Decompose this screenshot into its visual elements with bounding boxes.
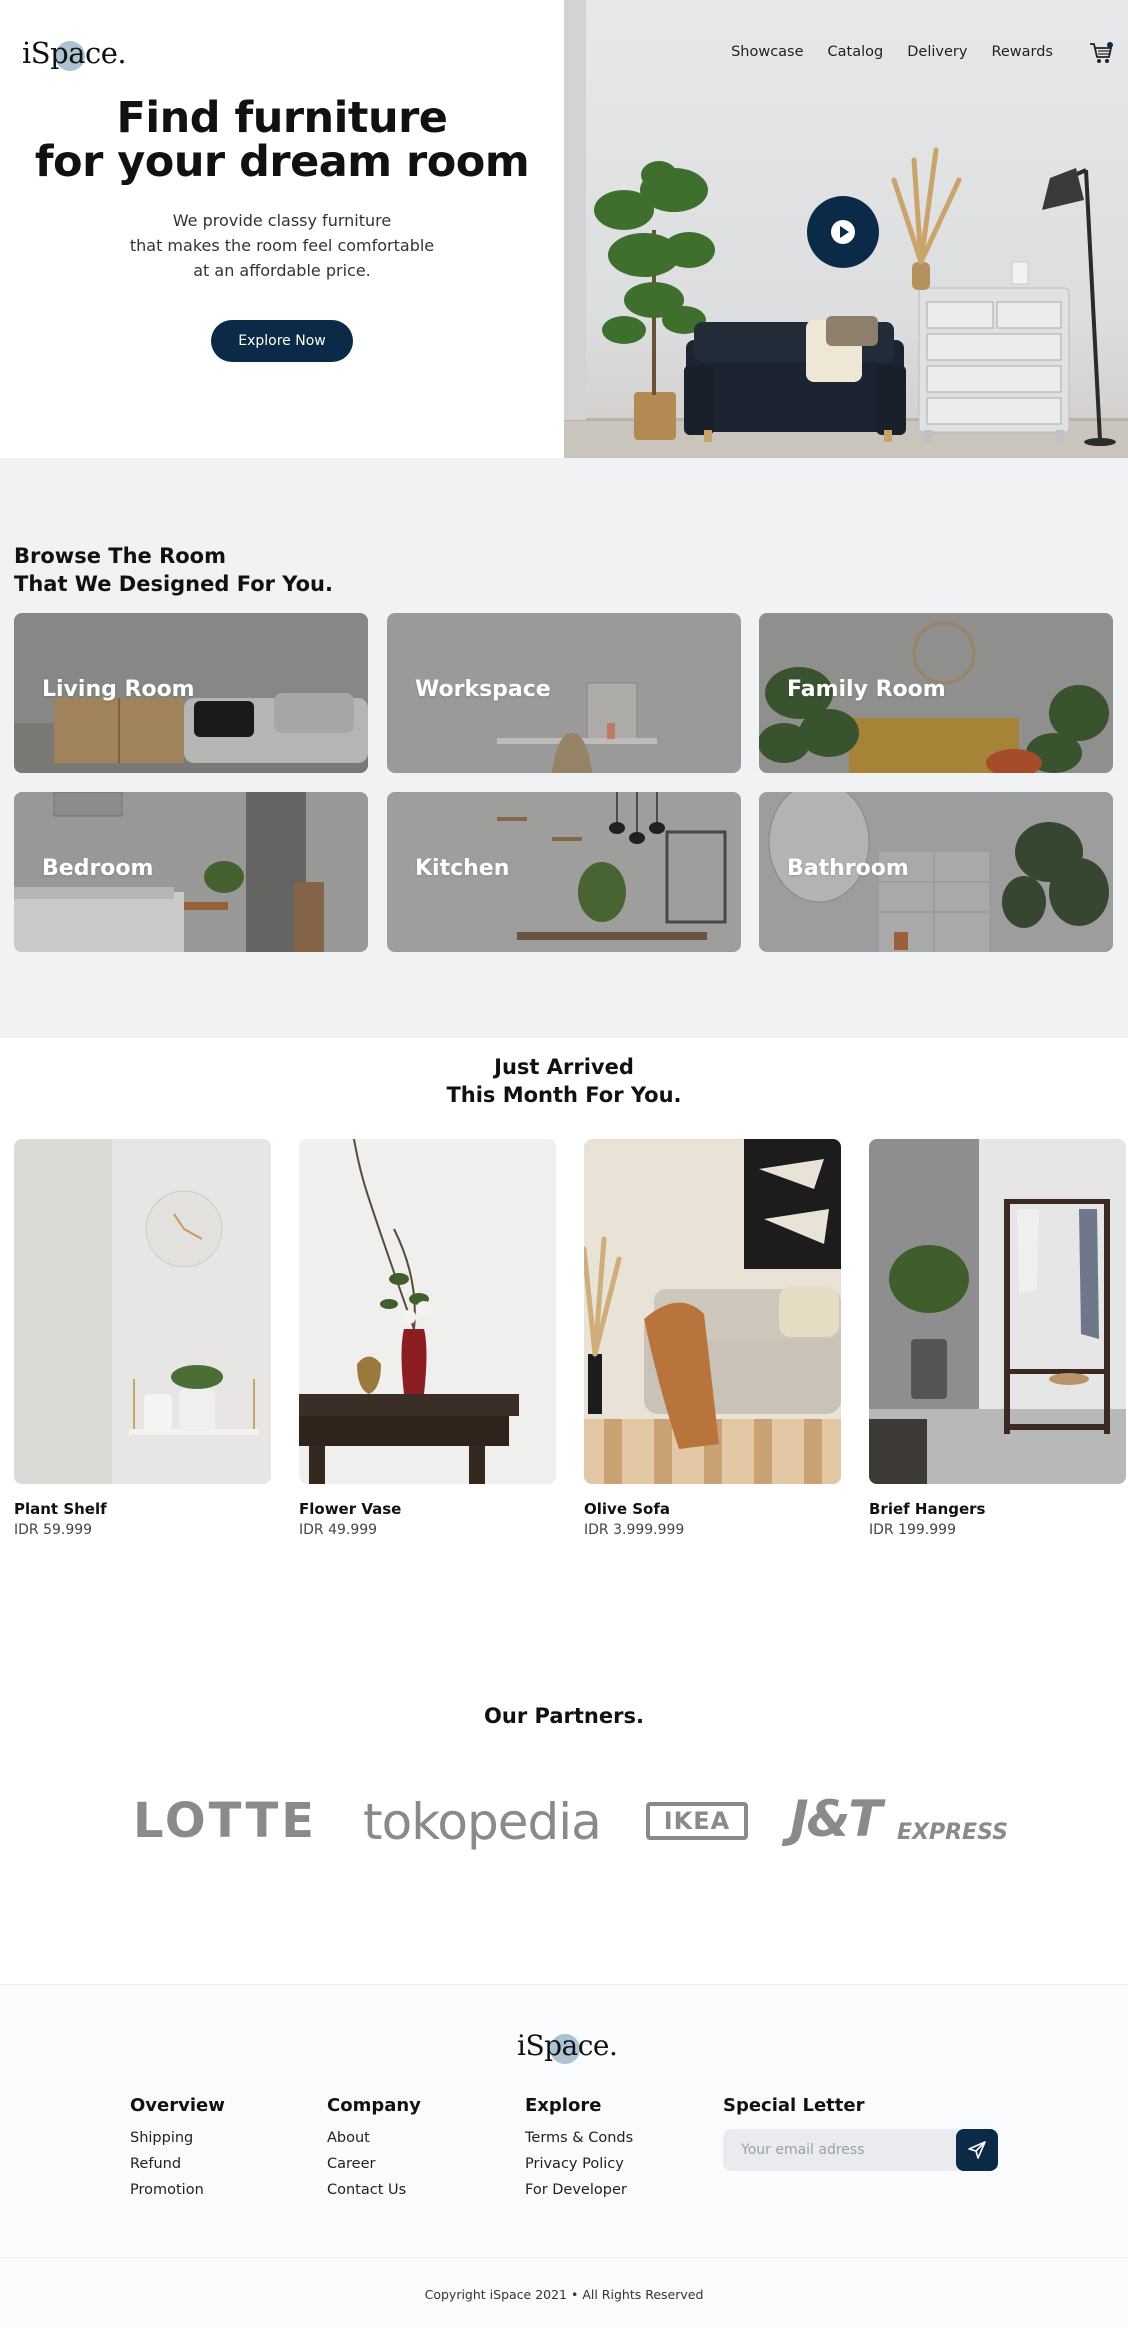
- product-card-brief-hangers[interactable]: Brief Hangers IDR 199.999: [869, 1139, 1126, 1538]
- product-image: [869, 1139, 1126, 1484]
- partner-logo-lotte: LOTTE: [133, 1793, 318, 1849]
- partner-logo-jnt-express: EXPRESS: [897, 1820, 1008, 1845]
- room-label: Living Room: [42, 677, 195, 702]
- partner-logo-jnt: J&T: [790, 1790, 882, 1848]
- room-label: Family Room: [787, 677, 946, 702]
- explore-now-button[interactable]: Explore Now: [211, 320, 353, 362]
- product-image: [14, 1139, 271, 1484]
- newsletter-form: [723, 2129, 998, 2171]
- footer-link-refund[interactable]: Refund: [130, 2156, 225, 2172]
- ikea-logo-text: IKEA: [663, 1807, 731, 1835]
- product-card-plant-shelf[interactable]: Plant Shelf IDR 59.999: [14, 1139, 271, 1538]
- hero-desc-line1: We provide classy furniture: [172, 211, 392, 230]
- room-label: Kitchen: [415, 856, 510, 881]
- arrived-heading: Just Arrived This Month For You.: [0, 1053, 1128, 1109]
- footer-column-explore: Explore Terms & Conds Privacy Policy For…: [525, 2095, 633, 2208]
- hero-image: Showcase Catalog Delivery Rewards: [564, 0, 1128, 458]
- room-card-bathroom[interactable]: Bathroom: [759, 792, 1113, 952]
- partner-logo-ikea: IKEA: [646, 1802, 748, 1840]
- footer-divider: [0, 2257, 1128, 2258]
- product-image: [299, 1139, 556, 1484]
- newsletter-send-button[interactable]: [956, 2129, 998, 2171]
- hero-description: We provide classy furniture that makes t…: [0, 208, 564, 283]
- footer-link-contact-us[interactable]: Contact Us: [327, 2182, 421, 2198]
- nav-delivery[interactable]: Delivery: [907, 44, 967, 60]
- arrived-heading-line1: Just Arrived: [494, 1055, 634, 1079]
- footer-column-title: Overview: [130, 2095, 225, 2116]
- nav-rewards[interactable]: Rewards: [991, 44, 1053, 60]
- play-icon: [831, 220, 855, 244]
- product-price: IDR 3.999.999: [584, 1522, 685, 1538]
- product-card-olive-sofa[interactable]: Olive Sofa IDR 3.999.999: [584, 1139, 841, 1538]
- hero-title-line1: Find furniture: [116, 93, 448, 143]
- hero-desc-line2: that makes the room feel comfortable: [129, 236, 435, 255]
- room-label: Bathroom: [787, 856, 909, 881]
- room-label: Workspace: [415, 677, 551, 702]
- product-price: IDR 49.999: [299, 1522, 378, 1538]
- partners-section: Our Partners. LOTTE tokopedia IKEA J&T E…: [0, 1638, 1128, 1984]
- hero-title-line2: for your dream room: [34, 137, 530, 187]
- brand-logo[interactable]: iSpace.: [22, 36, 127, 71]
- room-card-family-room[interactable]: Family Room: [759, 613, 1113, 773]
- footer-link-promotion[interactable]: Promotion: [130, 2182, 225, 2198]
- footer-link-about[interactable]: About: [327, 2130, 421, 2146]
- footer-column-title: Explore: [525, 2095, 602, 2116]
- just-arrived-section: Just Arrived This Month For You. Plant S…: [0, 1038, 1128, 1638]
- footer-link-privacy[interactable]: Privacy Policy: [525, 2156, 633, 2172]
- product-price: IDR 199.999: [869, 1522, 956, 1538]
- room-label: Bedroom: [42, 856, 154, 881]
- footer-link-shipping[interactable]: Shipping: [130, 2130, 225, 2146]
- browse-heading-line2: That We Designed For You.: [14, 572, 333, 596]
- footer-column-overview: Overview Shipping Refund Promotion: [130, 2095, 225, 2208]
- footer-column-title: Company: [327, 2095, 421, 2116]
- cart-icon[interactable]: [1088, 40, 1114, 66]
- newsletter-title: Special Letter: [723, 2095, 865, 2116]
- play-video-button[interactable]: [807, 196, 879, 268]
- browse-heading-line1: Browse The Room: [14, 544, 226, 568]
- browse-heading: Browse The Room That We Designed For You…: [14, 542, 333, 598]
- room-card-kitchen[interactable]: Kitchen: [387, 792, 741, 952]
- footer-link-career[interactable]: Career: [327, 2156, 421, 2172]
- room-card-living-room[interactable]: Living Room: [14, 613, 368, 773]
- product-price: IDR 59.999: [14, 1522, 93, 1538]
- newsletter-email-input[interactable]: [723, 2129, 953, 2171]
- copyright-text: Copyright iSpace 2021 • All Rights Reser…: [424, 2287, 704, 2302]
- product-card-flower-vase[interactable]: Flower Vase IDR 49.999: [299, 1139, 556, 1538]
- hero-title: Find furniture for your dream room: [0, 96, 564, 184]
- footer-link-terms[interactable]: Terms & Conds: [525, 2130, 633, 2146]
- product-name: Olive Sofa: [584, 1500, 670, 1518]
- product-name: Brief Hangers: [869, 1500, 986, 1518]
- partner-logo-tokopedia: tokopedia: [363, 1793, 602, 1851]
- hero-left-panel: iSpace. Find furniture for your dream ro…: [0, 0, 564, 458]
- arrived-heading-line2: This Month For You.: [446, 1083, 682, 1107]
- nav-catalog[interactable]: Catalog: [828, 44, 884, 60]
- nav-showcase[interactable]: Showcase: [731, 44, 803, 60]
- product-name: Plant Shelf: [14, 1500, 107, 1518]
- hero-section: iSpace. Find furniture for your dream ro…: [0, 0, 1128, 458]
- product-name: Flower Vase: [299, 1500, 402, 1518]
- send-icon: [968, 2141, 986, 2159]
- footer-column-newsletter: Special Letter: [723, 2095, 864, 2130]
- hero-desc-line3: at an affordable price.: [193, 261, 371, 280]
- footer-column-company: Company About Career Contact Us: [327, 2095, 421, 2208]
- main-nav: Showcase Catalog Delivery Rewards: [731, 44, 1053, 60]
- room-card-bedroom[interactable]: Bedroom: [14, 792, 368, 952]
- browse-rooms-section: Browse The Room That We Designed For You…: [0, 458, 1128, 1038]
- footer-logo[interactable]: iSpace.: [517, 2029, 618, 2064]
- partners-heading: Our Partners.: [484, 1704, 644, 1728]
- room-card-workspace[interactable]: Workspace: [387, 613, 741, 773]
- product-image: [584, 1139, 841, 1484]
- footer-link-developer[interactable]: For Developer: [525, 2182, 633, 2198]
- site-footer: iSpace. Overview Shipping Refund Promoti…: [0, 1984, 1128, 2328]
